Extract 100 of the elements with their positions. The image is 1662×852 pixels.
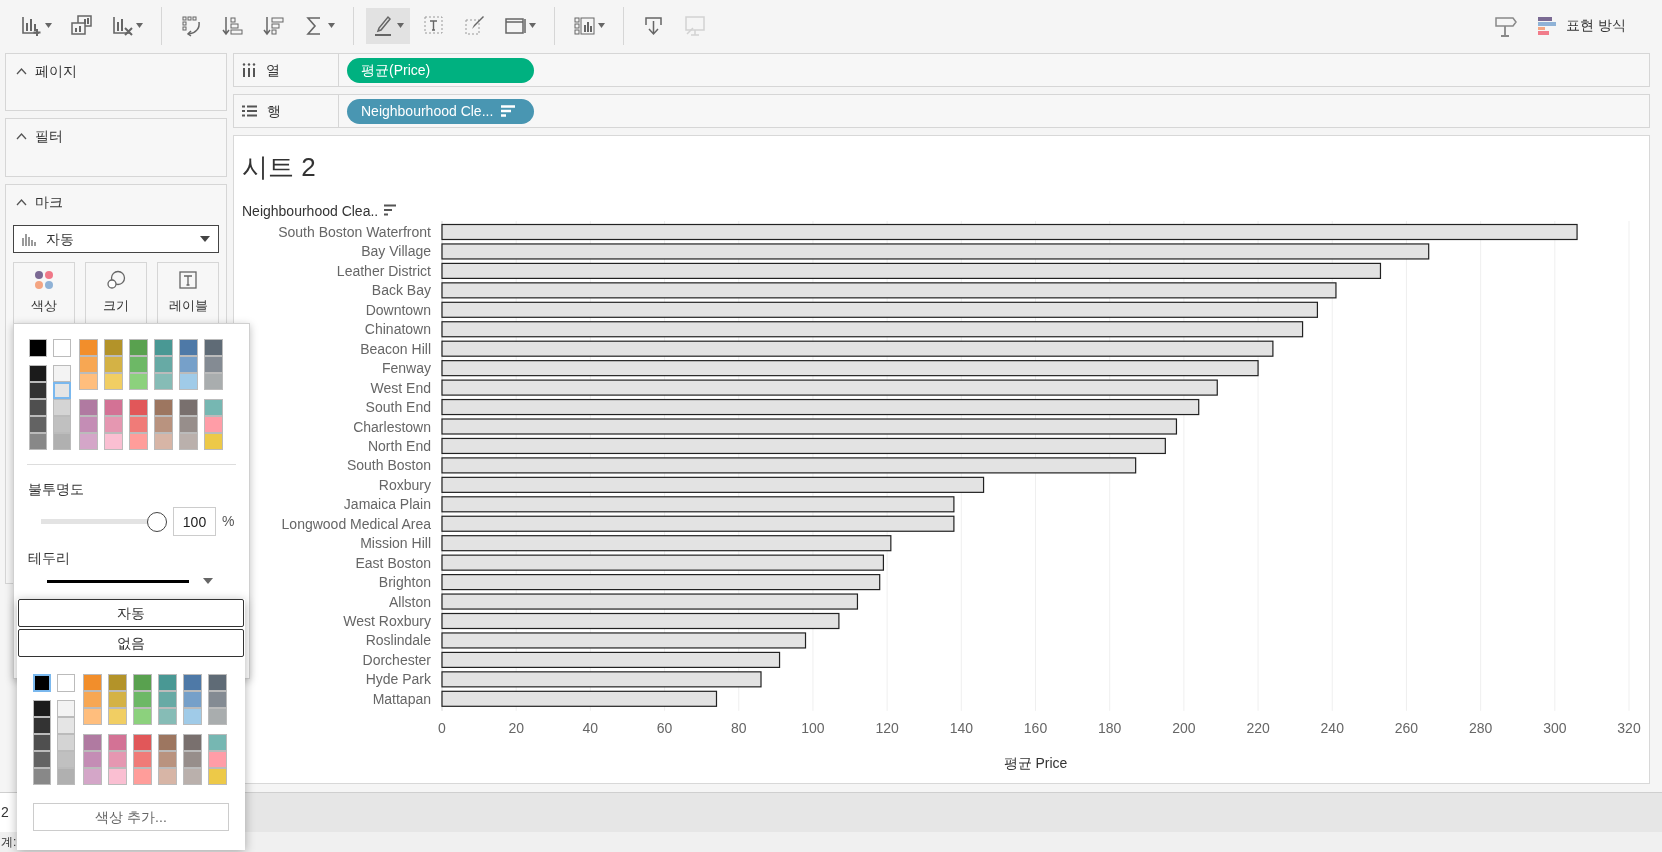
show-me-button[interactable]: 표현 방식 xyxy=(1532,7,1632,44)
tick-label: 240 xyxy=(1320,719,1344,736)
color-swatch[interactable] xyxy=(29,365,47,382)
color-swatch[interactable] xyxy=(204,339,223,356)
color-swatch[interactable] xyxy=(79,398,98,416)
color-swatch[interactable] xyxy=(83,733,102,751)
color-swatch[interactable] xyxy=(83,708,102,725)
color-swatch[interactable] xyxy=(183,691,202,708)
color-swatch[interactable] xyxy=(53,382,71,399)
color-swatch[interactable] xyxy=(154,339,173,356)
color-swatch[interactable] xyxy=(79,356,98,373)
section-header[interactable]: 필터 xyxy=(6,119,73,147)
size-mark-button[interactable]: 크기 xyxy=(85,262,147,324)
color-swatch[interactable] xyxy=(108,733,127,751)
color-swatch[interactable] xyxy=(158,674,177,691)
color-swatch[interactable] xyxy=(79,339,98,356)
color-swatch[interactable] xyxy=(33,674,51,692)
color-swatch[interactable] xyxy=(204,373,223,390)
color-swatch[interactable] xyxy=(154,398,173,416)
color-swatch[interactable] xyxy=(108,708,127,725)
color-swatch[interactable] xyxy=(129,339,148,356)
category-label: North End xyxy=(367,437,431,454)
color-swatch[interactable] xyxy=(133,708,152,725)
color-swatch[interactable] xyxy=(154,373,173,390)
option-button[interactable]: 자동 xyxy=(18,599,244,627)
color-swatch[interactable] xyxy=(133,674,152,691)
color-swatch[interactable] xyxy=(208,674,227,691)
color-swatch[interactable] xyxy=(83,674,102,691)
section-header[interactable]: 마크 xyxy=(6,185,73,213)
color-swatch[interactable] xyxy=(29,399,47,416)
annotate-icon xyxy=(463,14,486,37)
color-swatch[interactable] xyxy=(29,339,47,357)
color-swatch[interactable] xyxy=(29,382,47,399)
color-swatch[interactable] xyxy=(33,700,51,717)
color-swatch[interactable] xyxy=(204,356,223,373)
columns-icon xyxy=(242,63,256,77)
color-swatch[interactable] xyxy=(108,674,127,691)
color-swatch[interactable] xyxy=(33,768,51,785)
color-swatch[interactable] xyxy=(33,751,51,768)
highlighter-button[interactable] xyxy=(366,7,410,44)
category-label: Brighton xyxy=(378,574,431,591)
color-swatch[interactable] xyxy=(53,339,71,357)
sort-ascending-icon xyxy=(221,14,244,37)
color-swatch[interactable] xyxy=(158,691,177,708)
slider-thumb[interactable] xyxy=(147,511,167,532)
color-swatch[interactable] xyxy=(33,734,51,751)
color-swatch[interactable] xyxy=(104,356,123,373)
color-swatch[interactable] xyxy=(179,373,198,390)
color-swatch[interactable] xyxy=(158,733,177,751)
color-swatch[interactable] xyxy=(104,339,123,356)
color-swatch[interactable] xyxy=(104,373,123,390)
color-swatch[interactable] xyxy=(158,708,177,725)
section-header[interactable]: 페이지 xyxy=(6,54,87,82)
color-swatch[interactable] xyxy=(133,733,152,751)
color-swatch[interactable] xyxy=(57,700,75,717)
category-label: South End xyxy=(365,399,431,416)
color-swatch[interactable] xyxy=(183,708,202,725)
color-swatch[interactable] xyxy=(179,398,198,416)
opacity-input[interactable]: 100 xyxy=(173,507,216,536)
color-swatch[interactable] xyxy=(104,398,123,416)
color-swatch[interactable] xyxy=(208,708,227,725)
color-swatch[interactable] xyxy=(53,416,71,433)
category-label: Beacon Hill xyxy=(360,340,431,357)
label-mark-button[interactable]: 레이블 xyxy=(157,262,219,324)
percent-sign: % xyxy=(222,512,235,531)
color-swatch[interactable] xyxy=(208,733,227,751)
color-swatch[interactable] xyxy=(183,733,202,751)
color-swatch[interactable] xyxy=(108,691,127,708)
color-swatch[interactable] xyxy=(179,339,198,356)
color-swatch[interactable] xyxy=(129,373,148,390)
mark-type-dropdown[interactable]: 자동 xyxy=(13,225,219,253)
color-swatch[interactable] xyxy=(29,433,47,450)
shelf-label: 열 xyxy=(266,60,280,80)
color-swatch[interactable] xyxy=(33,717,51,734)
tick-label: 260 xyxy=(1394,719,1419,736)
color-swatch[interactable] xyxy=(57,717,75,734)
color-swatch[interactable] xyxy=(53,399,71,416)
color-swatch[interactable] xyxy=(57,751,75,768)
color-swatch[interactable] xyxy=(154,356,173,373)
color-swatch[interactable] xyxy=(83,691,102,708)
color-swatch[interactable] xyxy=(57,674,75,692)
color-swatch[interactable] xyxy=(79,373,98,390)
color-swatch[interactable] xyxy=(183,674,202,691)
color-swatch[interactable] xyxy=(204,398,223,416)
option-button[interactable]: 없음 xyxy=(18,629,244,657)
add-color-button[interactable]: 색상 추가... xyxy=(33,803,229,831)
color-swatch[interactable] xyxy=(129,356,148,373)
status-text: 계: xyxy=(0,834,17,851)
color-swatch[interactable] xyxy=(179,356,198,373)
color-swatch[interactable] xyxy=(53,433,71,450)
color-swatch[interactable] xyxy=(129,398,148,416)
color-swatch[interactable] xyxy=(57,734,75,751)
color-mark-button[interactable]: 색상 xyxy=(13,262,75,324)
color-swatch[interactable] xyxy=(208,691,227,708)
color-swatch[interactable] xyxy=(57,768,75,785)
color-swatch[interactable] xyxy=(29,416,47,433)
dropdown-arrow-icon xyxy=(200,236,210,242)
color-swatch[interactable] xyxy=(133,691,152,708)
bar-chart-add-icon xyxy=(20,14,43,37)
color-swatch[interactable] xyxy=(53,365,71,382)
